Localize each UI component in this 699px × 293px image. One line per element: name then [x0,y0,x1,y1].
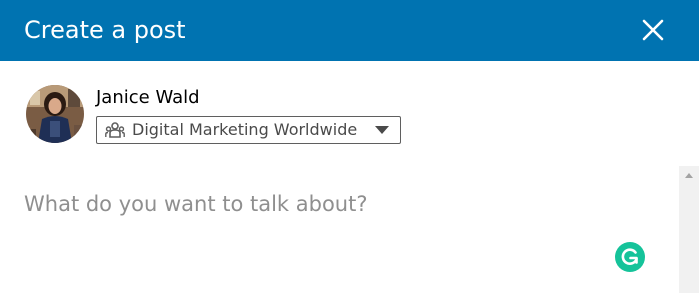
avatar-photo-icon [26,85,84,143]
author-name: Janice Wald [96,87,200,108]
editor-placeholder: What do you want to talk about? [24,192,368,216]
group-icon [105,122,125,138]
scroll-up-icon [685,173,693,178]
dialog-title: Create a post [24,16,186,44]
dialog-header: Create a post [0,0,699,61]
avatar[interactable] [26,85,84,143]
editor-scrollbar[interactable] [679,166,699,293]
close-button[interactable] [636,13,670,47]
audience-label: Digital Marketing Worldwide [132,120,358,139]
close-icon [642,19,664,41]
caret-down-icon [375,126,389,135]
post-editor[interactable]: What do you want to talk about? [0,166,678,293]
grammarly-icon[interactable] [615,242,645,272]
audience-dropdown[interactable]: Digital Marketing Worldwide [96,116,401,144]
scroll-up-button[interactable] [679,166,699,186]
